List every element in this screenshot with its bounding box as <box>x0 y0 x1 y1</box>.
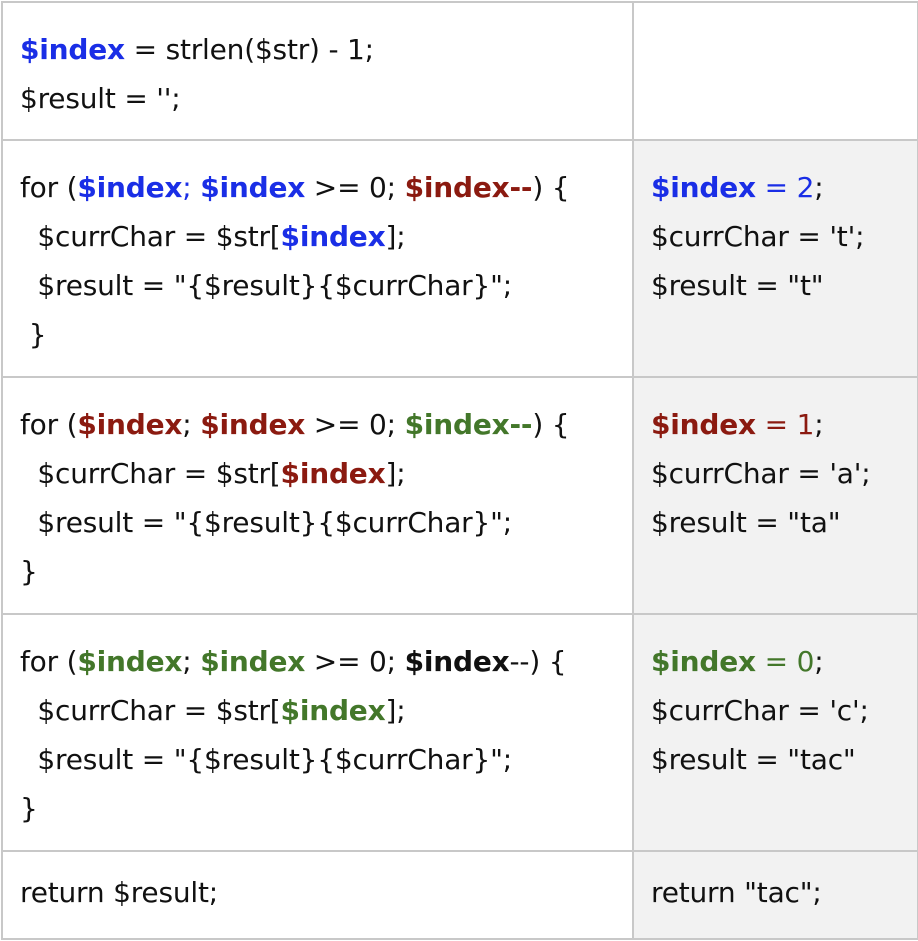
code-token: $result = "{$result}{$currChar}"; <box>20 506 513 539</box>
code-token: } <box>20 555 38 588</box>
state-token: $index <box>651 171 756 204</box>
trace-row-2: for ($index; $index >= 0; $index--) { $c… <box>1 376 918 615</box>
code-token: ]; <box>385 457 406 490</box>
state-line: $currChar = 'c'; <box>651 686 901 735</box>
code-line: for ($index; $index >= 0; $index--) { <box>20 163 616 212</box>
state-token: = 0 <box>755 645 815 678</box>
code-line: for ($index; $index >= 0; $index--) { <box>20 400 616 449</box>
state-token: ; <box>814 645 824 678</box>
state-line: $result = "ta" <box>651 498 901 547</box>
code-line: for ($index; $index >= 0; $index--) { <box>20 637 616 686</box>
state-token: ; <box>814 408 824 441</box>
code-token: $index <box>200 645 306 678</box>
code-token: $result = "{$result}{$currChar}"; <box>20 269 513 302</box>
code-token: = strlen($str) - 1; <box>124 33 375 66</box>
code-line: } <box>20 784 616 833</box>
code-cell-3: for ($index; $index >= 0; $index--) { $c… <box>1 613 634 852</box>
code-token: for ( <box>20 171 78 204</box>
code-cell-2: for ($index; $index >= 0; $index--) { $c… <box>1 376 634 615</box>
state-token: $currChar = 'a'; <box>651 457 871 490</box>
trace-row-4: return $result; return "tac"; <box>1 850 918 940</box>
code-token: $result = ''; <box>20 82 181 115</box>
code-cell-0: $index = strlen($str) - 1; $result = ''; <box>1 1 634 141</box>
state-cell-0 <box>632 1 918 141</box>
code-token: } <box>20 318 47 351</box>
code-cell-1: for ($index; $index >= 0; $index--) { $c… <box>1 139 634 378</box>
code-line: } <box>20 547 616 596</box>
code-token: return $result; <box>20 876 218 909</box>
state-token: $currChar = 'c'; <box>651 694 869 727</box>
code-token: $index <box>200 408 306 441</box>
code-line: } <box>20 310 616 359</box>
code-token: ) { <box>532 408 570 441</box>
code-trace-body: $index = strlen($str) - 1; $result = ''; … <box>1 1 918 940</box>
code-line: $result = "{$result}{$currChar}"; <box>20 735 616 784</box>
code-line: $currChar = $str[$index]; <box>20 212 616 261</box>
code-token: $index <box>77 645 183 678</box>
code-line: $currChar = $str[$index]; <box>20 449 616 498</box>
code-line: return $result; <box>20 868 616 917</box>
code-token: $currChar = $str[ <box>20 694 281 727</box>
code-token: ]; <box>385 694 406 727</box>
state-token: = 2 <box>755 171 815 204</box>
code-line: $currChar = $str[$index]; <box>20 686 616 735</box>
code-token: $index <box>77 171 183 204</box>
code-token: ; <box>182 408 201 441</box>
code-token: for ( <box>20 645 78 678</box>
code-line: $result = "{$result}{$currChar}"; <box>20 261 616 310</box>
code-token: >= 0; <box>305 171 405 204</box>
state-token: = 1 <box>755 408 815 441</box>
code-token: $index-- <box>404 171 533 204</box>
trace-row-1: for ($index; $index >= 0; $index--) { $c… <box>1 139 918 378</box>
code-token: $index <box>280 220 386 253</box>
code-token: ; <box>182 645 201 678</box>
state-line: $index = 2; <box>651 163 901 212</box>
code-token: for ( <box>20 408 78 441</box>
state-line: $currChar = 'a'; <box>651 449 901 498</box>
code-token: $index <box>280 694 386 727</box>
state-line: $index = 1; <box>651 400 901 449</box>
state-token: $currChar = 't'; <box>651 220 865 253</box>
state-token: $result = "t" <box>651 269 824 302</box>
code-token: } <box>20 792 38 825</box>
code-line: $result = "{$result}{$currChar}"; <box>20 498 616 547</box>
code-token: >= 0; <box>305 408 405 441</box>
state-line: $index = 0; <box>651 637 901 686</box>
state-line: return "tac"; <box>651 868 901 917</box>
code-line: $result = ''; <box>20 74 616 123</box>
state-token: return "tac"; <box>651 876 822 909</box>
code-token: $index-- <box>404 408 533 441</box>
code-token: ]; <box>385 220 406 253</box>
code-token: $index <box>280 457 386 490</box>
state-cell-4: return "tac"; <box>632 850 918 940</box>
state-line: $result = "tac" <box>651 735 901 784</box>
state-token: $result = "ta" <box>651 506 841 539</box>
state-cell-3: $index = 0; $currChar = 'c'; $result = "ta… <box>632 613 918 852</box>
state-cell-1: $index = 2; $currChar = 't'; $result = "t" <box>632 139 918 378</box>
code-token: >= 0; <box>305 645 405 678</box>
code-token: $index <box>404 645 510 678</box>
code-cell-4: return $result; <box>1 850 634 940</box>
state-cell-2: $index = 1; $currChar = 'a'; $result = "ta… <box>632 376 918 615</box>
state-token: $index <box>651 408 756 441</box>
code-token: $index <box>77 408 183 441</box>
code-token: --) { <box>509 645 567 678</box>
state-token: ; <box>814 171 824 204</box>
code-token: $index <box>200 171 306 204</box>
code-trace-table: $index = strlen($str) - 1; $result = ''; … <box>1 1 918 940</box>
code-token: ) { <box>532 171 570 204</box>
state-line: $currChar = 't'; <box>651 212 901 261</box>
state-token: $index <box>651 645 756 678</box>
trace-row-0: $index = strlen($str) - 1; $result = ''; <box>1 1 918 141</box>
state-token: $result = "tac" <box>651 743 856 776</box>
code-line: $index = strlen($str) - 1; <box>20 25 616 74</box>
trace-row-3: for ($index; $index >= 0; $index--) { $c… <box>1 613 918 852</box>
code-token: $currChar = $str[ <box>20 457 281 490</box>
code-token: ; <box>182 171 201 204</box>
code-token: $currChar = $str[ <box>20 220 281 253</box>
code-token: $result = "{$result}{$currChar}"; <box>20 743 513 776</box>
code-token: $index <box>20 33 125 66</box>
state-line: $result = "t" <box>651 261 901 310</box>
